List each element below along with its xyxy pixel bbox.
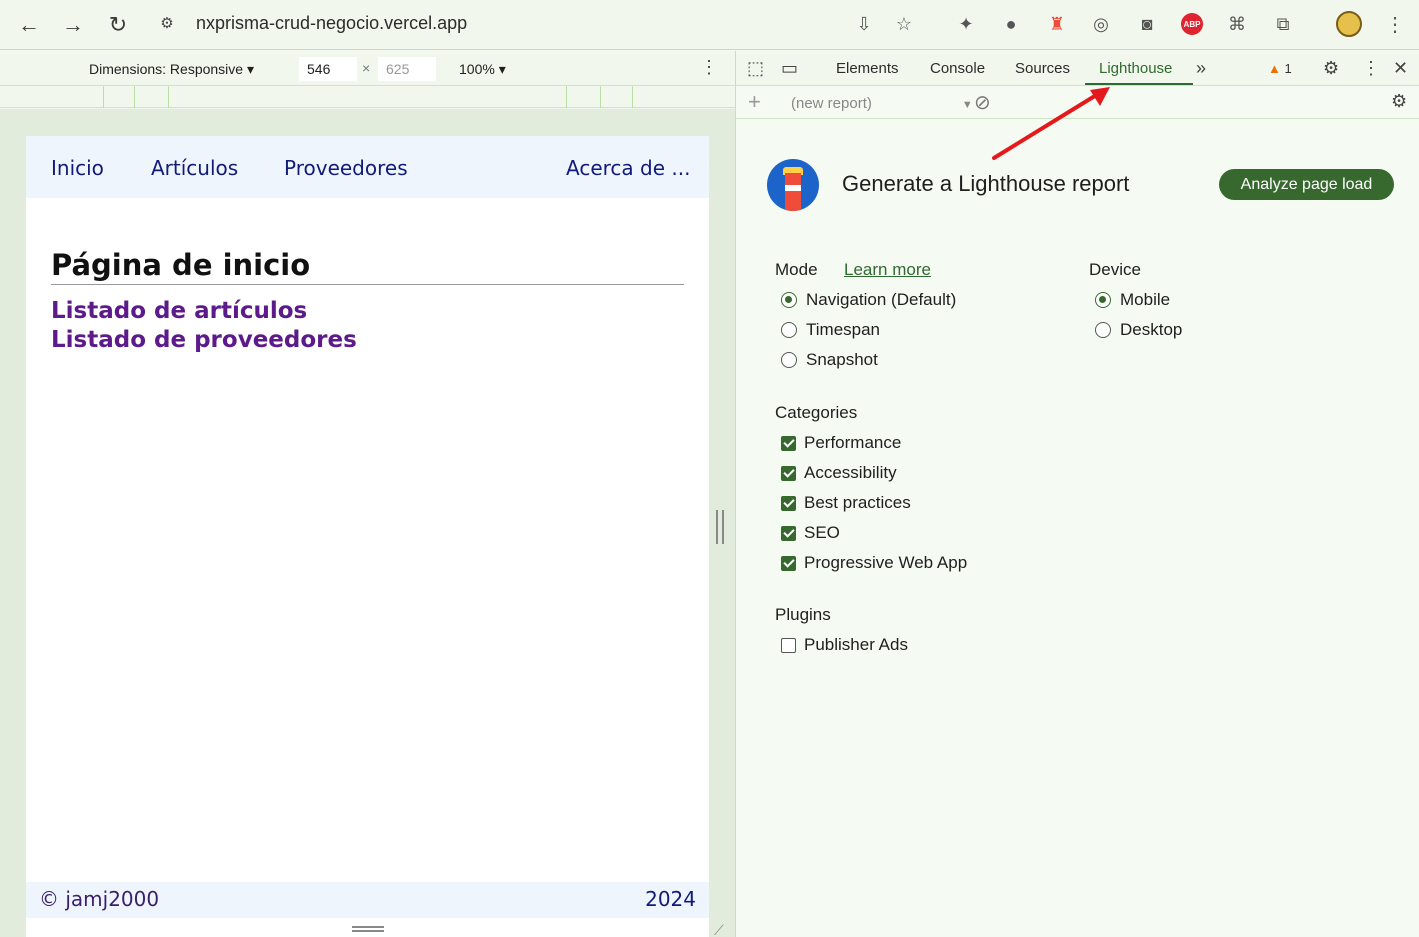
extension-e-icon[interactable]: ⌘ [1222,9,1252,39]
device-toolbar: Dimensions: Responsive ▾ × 100% ▾ ⋮ [0,51,735,86]
report-select[interactable]: (new report) ▼ [791,95,973,112]
address-bar[interactable]: ⚙ nxprisma-crud-negocio.vercel.app [152,5,932,41]
category-performance[interactable]: Performance [781,433,901,453]
analyze-page-load-button[interactable]: Analyze page load [1219,169,1394,200]
settings-icon[interactable]: ⚙ [1323,58,1339,79]
resize-handle-bottom[interactable] [352,926,384,932]
lighthouse-logo-icon [767,159,819,211]
inspect-icon[interactable]: ⬚ [747,58,764,79]
devtools-menu-icon[interactable]: ⋮ [1362,58,1380,79]
radio-icon [781,352,797,368]
device-more-icon[interactable]: ⋮ [700,57,718,78]
radio-icon [1095,292,1111,308]
link-proveedores[interactable]: Listado de proveedores [51,327,357,353]
camera-icon[interactable]: ◙ [1132,9,1162,39]
puzzle-icon[interactable]: ⧉ [1268,9,1298,39]
checkbox-icon [781,435,796,451]
categories-label: Categories [775,403,858,422]
new-report-icon[interactable]: + [748,89,761,115]
extension-a-icon[interactable]: ✦ [951,9,981,39]
page-title: Página de inicio [51,248,684,285]
extension-c-icon[interactable]: ♜ [1042,9,1072,39]
device-label: Device [1089,260,1141,279]
resize-handle-corner[interactable]: ⟋ [714,922,724,937]
close-icon[interactable]: ✕ [1393,58,1408,79]
checkbox-icon [781,525,796,541]
star-icon[interactable]: ☆ [889,9,919,39]
nav-acerca[interactable]: Acerca de ... [566,156,690,180]
browser-toolbar: ← → ↻ ⚙ nxprisma-crud-negocio.vercel.app… [0,0,1419,50]
tab-sources[interactable]: Sources [1015,60,1070,77]
emulated-page: Inicio Artículos Proveedores Acerca de .… [26,136,709,937]
category-seo[interactable]: SEO [781,523,840,543]
devtools-tabbar: ⬚ ▭ Elements Console Sources Lighthouse … [736,51,1419,86]
devtools-panel: ⬚ ▭ Elements Console Sources Lighthouse … [735,51,1419,937]
extension-b-icon[interactable]: ● [996,9,1026,39]
tab-console[interactable]: Console [930,60,985,77]
plugin-publisher-ads[interactable]: Publisher Ads [781,635,908,655]
nav-articulos[interactable]: Artículos [151,156,238,180]
device-toggle-icon[interactable]: ▭ [781,58,798,79]
url-text: nxprisma-crud-negocio.vercel.app [196,12,468,33]
reload-icon[interactable]: ↻ [101,8,135,42]
learn-more-link[interactable]: Learn more [844,260,931,280]
back-icon[interactable]: ← [12,8,46,42]
media-query-ruler [0,86,735,108]
resize-handle-right[interactable] [716,510,724,544]
mode-snapshot[interactable]: Snapshot [781,350,878,370]
dimensions-select[interactable]: Dimensions: Responsive ▾ [89,61,254,78]
zoom-select[interactable]: 100% ▾ [459,61,506,78]
checkbox-icon [781,495,796,511]
radio-icon [1095,322,1111,338]
dimensions-separator: × [362,60,371,76]
device-mobile[interactable]: Mobile [1095,290,1170,310]
tab-lighthouse[interactable]: Lighthouse [1099,60,1172,77]
checkbox-icon [781,637,796,653]
abp-icon[interactable]: ABP [1177,9,1207,39]
footer-copyright: © jamj2000 [39,887,160,911]
footer-year: 2024 [645,887,696,911]
radio-icon [781,322,797,338]
category-accessibility[interactable]: Accessibility [781,463,897,483]
viewport-width-input[interactable] [299,57,357,81]
link-articulos[interactable]: Listado de artículos [51,298,307,324]
clear-icon[interactable]: ⊘ [974,90,991,115]
avatar[interactable] [1334,9,1364,39]
lighthouse-settings-icon[interactable]: ⚙ [1391,91,1407,112]
category-best-practices[interactable]: Best practices [781,493,911,513]
warning-icon: ▲ [1268,61,1281,76]
mode-label: Mode [775,260,818,279]
nav-proveedores[interactable]: Proveedores [284,156,408,180]
site-nav: Inicio Artículos Proveedores Acerca de .… [26,136,709,198]
forward-icon[interactable]: → [56,8,90,42]
mode-navigation[interactable]: Navigation (Default) [781,290,956,310]
install-icon[interactable]: ⇩ [849,9,879,39]
mode-timespan[interactable]: Timespan [781,320,880,340]
extension-d-icon[interactable]: ◎ [1086,9,1116,39]
category-pwa[interactable]: Progressive Web App [781,553,967,573]
nav-inicio[interactable]: Inicio [51,156,104,180]
site-info-icon[interactable]: ⚙ [152,14,182,32]
site-footer: © jamj2000 2024 [26,882,709,918]
device-desktop[interactable]: Desktop [1095,320,1182,340]
tab-elements[interactable]: Elements [836,60,899,77]
viewport-height-input[interactable] [378,57,436,81]
checkbox-icon [781,465,796,481]
radio-icon [781,292,797,308]
lighthouse-title: Generate a Lighthouse report [842,171,1130,196]
plugins-label: Plugins [775,605,831,624]
browser-menu-icon[interactable]: ⋮ [1380,9,1410,39]
warning-badge[interactable]: ▲ 1 [1268,61,1292,76]
checkbox-icon [781,555,796,571]
more-tabs-icon[interactable]: » [1196,58,1206,79]
annotation-arrow [992,87,1110,160]
